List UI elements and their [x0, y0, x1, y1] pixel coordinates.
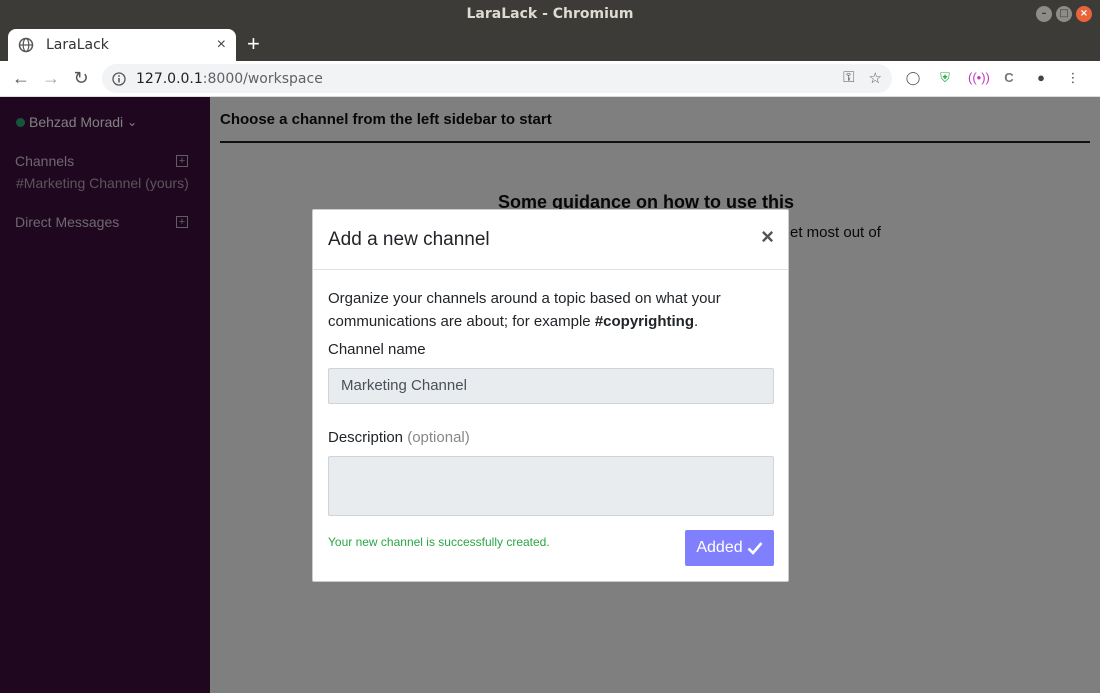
- pocket-icon[interactable]: ◯: [904, 69, 922, 87]
- modal-title: Add a new channel: [328, 229, 490, 250]
- intro-end: .: [693, 313, 699, 330]
- globe-icon: [18, 37, 34, 53]
- menu-kebab-icon[interactable]: ⋮: [1064, 69, 1082, 87]
- description-textarea[interactable]: [328, 456, 774, 516]
- maximize-icon[interactable]: □: [1056, 6, 1072, 22]
- channel-name-label: Channel name: [328, 341, 426, 358]
- tab-close-icon[interactable]: ×: [217, 36, 226, 54]
- broadcast-icon[interactable]: ((•)): [968, 69, 990, 87]
- close-icon[interactable]: ×: [761, 224, 774, 250]
- shield-icon[interactable]: ⛨: [936, 69, 954, 87]
- tab-strip: LaraLack × +: [0, 28, 1100, 61]
- description-label-text: Description: [328, 429, 404, 446]
- channel-name-input[interactable]: Marketing Channel: [328, 368, 774, 404]
- optional-hint: (optional): [407, 429, 470, 446]
- minimize-icon[interactable]: –: [1036, 6, 1052, 22]
- window-controls: – □ ×: [1036, 6, 1092, 22]
- url-text: 127.0.0.1:8000/workspace: [136, 71, 323, 87]
- omnibox-actions: ⚿ ☆: [843, 69, 882, 87]
- added-button[interactable]: Added: [685, 530, 774, 566]
- description-label: Description (optional): [328, 429, 470, 446]
- reload-icon[interactable]: ↻: [66, 68, 96, 89]
- url-host: 127.0.0.1: [136, 70, 203, 87]
- forward-icon[interactable]: →: [36, 68, 66, 89]
- browser-tab[interactable]: LaraLack ×: [8, 29, 236, 61]
- new-tab-icon[interactable]: +: [247, 31, 260, 57]
- key-icon[interactable]: ⚿: [843, 69, 854, 87]
- url-path: :8000/workspace: [202, 70, 323, 87]
- checkmark-icon: [747, 542, 763, 555]
- info-icon[interactable]: [112, 71, 126, 86]
- success-message: Your new channel is successfully created…: [328, 535, 550, 549]
- account-icon[interactable]: ●: [1032, 69, 1050, 87]
- extension-c-icon[interactable]: C: [1000, 69, 1018, 87]
- add-channel-modal: Add a new channel × Organize your channe…: [312, 209, 789, 582]
- tab-title: LaraLack: [46, 37, 109, 53]
- bookmark-star-icon[interactable]: ☆: [869, 69, 882, 87]
- browser-toolbar: ← → ↻ 127.0.0.1:8000/workspace ⚿ ☆ ◯ ⛨ (…: [0, 61, 1100, 97]
- window-title: LaraLack - Chromium: [466, 6, 634, 22]
- modal-intro: Organize your channels around a topic ba…: [328, 287, 773, 333]
- back-icon[interactable]: ←: [6, 68, 36, 89]
- address-bar[interactable]: 127.0.0.1:8000/workspace ⚿ ☆: [102, 64, 892, 93]
- extension-icons: ◯ ⛨ ((•)) C ● ⋮: [904, 69, 1082, 87]
- modal-header: Add a new channel ×: [313, 210, 788, 270]
- close-window-icon[interactable]: ×: [1076, 6, 1092, 22]
- intro-example: #copyrighting: [594, 313, 694, 330]
- window-titlebar: LaraLack - Chromium – □ ×: [0, 0, 1100, 28]
- added-button-label: Added: [696, 539, 743, 556]
